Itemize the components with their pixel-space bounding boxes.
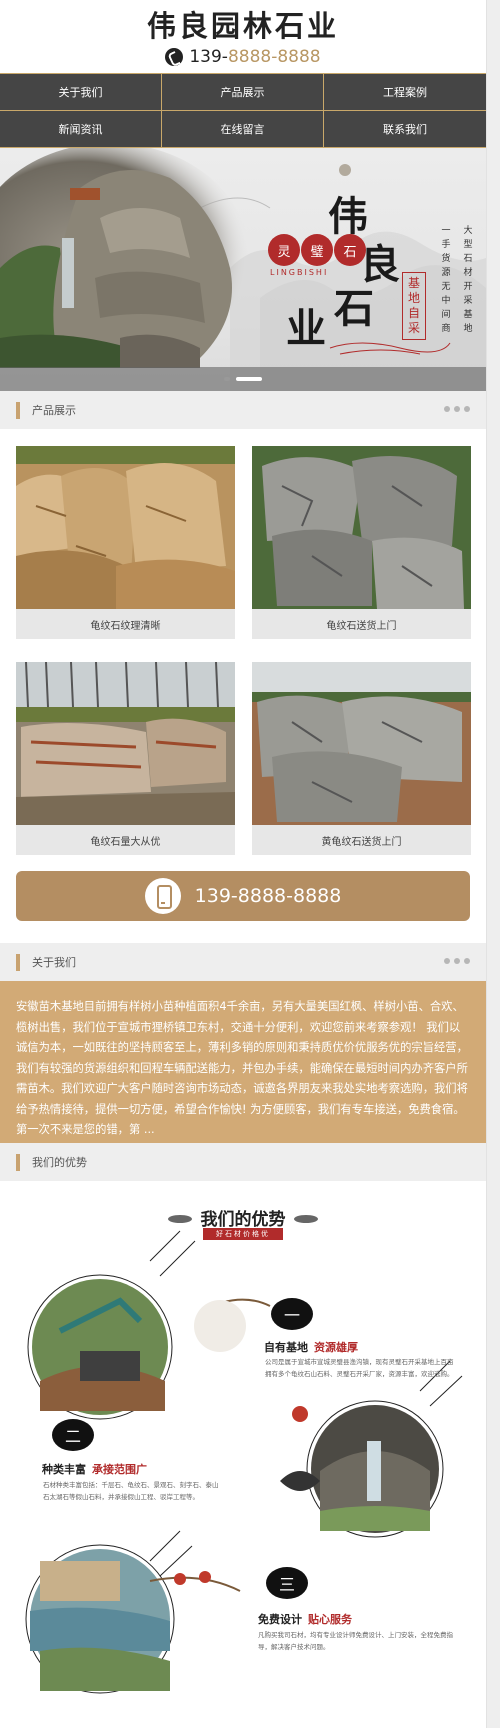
product-caption: 龟纹石量大从优: [16, 825, 235, 855]
advantages-graphic: 我们的优势 好石材价格优 一 自有基地 资源雄厚 公司是属于宣城市宣城灵璧县渔沟…: [0, 1181, 486, 1700]
phone-icon: [165, 48, 184, 66]
seal-char-1: 灵: [268, 234, 300, 266]
product-card[interactable]: 龟纹石送货上门: [252, 446, 471, 639]
brand-char-4: 业: [286, 305, 326, 352]
rockery-waterfall-image: [0, 148, 250, 368]
product-caption: 龟纹石送货上门: [252, 609, 471, 639]
site-header: 伟良园林石业 139- 8888-8888: [0, 0, 486, 73]
carousel-indicator-bar: [0, 367, 486, 391]
mobile-phone-icon: [144, 878, 181, 914]
header-phone[interactable]: 139- 8888-8888: [0, 46, 486, 68]
advantage-title-text: 免费设计: [258, 1613, 302, 1626]
nav-item-cases[interactable]: 工程案例: [324, 74, 486, 111]
product-image: [252, 662, 471, 825]
nav-item-about[interactable]: 关于我们: [0, 74, 162, 111]
advantage-highlight: 资源雄厚: [314, 1341, 358, 1354]
nav-item-products[interactable]: 产品展示: [162, 74, 324, 111]
advantage-desc-2: 石材种类丰富包括：千层石、龟纹石、景观石、刻字石、泰山石太湖石等假山石料，并承接…: [43, 1481, 219, 1501]
section-accent-bar: [16, 401, 20, 419]
call-phone-number: 139-8888-8888: [194, 885, 342, 907]
brand-char-3: 石: [334, 285, 374, 332]
page-scrollbar[interactable]: [486, 0, 500, 1728]
advantage-desc-1: 公司是属于宣城市宣城灵璧县渔沟镇，现有灵璧石开采基地上百亩拥有多个龟纹石山石料、…: [265, 1358, 454, 1378]
product-card[interactable]: 龟纹石量大从优: [16, 662, 235, 855]
seal-char-2: 璧: [301, 234, 333, 266]
product-image: [16, 662, 235, 825]
section-accent-bar: [16, 1153, 20, 1171]
advantage-number-2: 二: [52, 1419, 94, 1451]
carousel-dot-active[interactable]: [236, 377, 262, 381]
about-text[interactable]: 安徽苗木基地目前拥有样树小苗种植面积4千余亩，另有大量美国红枫、样树小苗、合欢、…: [0, 981, 486, 1143]
seal-char-3: 石: [334, 234, 366, 266]
about-section-header: 关于我们: [0, 943, 486, 981]
banner-red-box: 基地自采: [402, 272, 426, 340]
advantages-section-title: 我们的优势: [32, 1156, 87, 1169]
advantage-highlight: 承接范围广: [92, 1463, 147, 1476]
advantages-section-header: 我们的优势: [0, 1143, 486, 1181]
advantage-title-text: 自有基地: [264, 1341, 308, 1354]
product-caption: 黄龟纹石送货上门: [252, 825, 471, 855]
product-grid: 龟纹石纹理清晰 龟纹石送货上门 龟纹石量大从优 黄龟纹石送货上门: [0, 429, 486, 871]
advantage-number-1: 一: [271, 1298, 313, 1330]
section-accent-bar: [16, 953, 20, 971]
product-card[interactable]: 龟纹石纹理清晰: [16, 446, 235, 639]
call-now-button[interactable]: 139-8888-8888: [16, 871, 470, 921]
banner-vertical-line-1: 大型石材开采基地: [463, 226, 473, 334]
product-card[interactable]: 黄龟纹石送货上门: [252, 662, 471, 855]
nav-item-message[interactable]: 在线留言: [162, 110, 324, 147]
hero-banner[interactable]: 伟 良 石 业 灵 璧 石 LINGBISHI 基地自采 大型石材开采基地 一手…: [0, 148, 486, 391]
more-dots-icon[interactable]: [440, 406, 470, 412]
phone-suffix: 8888-8888: [227, 47, 321, 67]
mobile-page: 伟良园林石业 139- 8888-8888 关于我们 产品展示 工程案例 新闻资…: [0, 0, 486, 1728]
products-section-title: 产品展示: [32, 404, 76, 417]
product-caption: 龟纹石纹理清晰: [16, 609, 235, 639]
product-image: [252, 446, 471, 609]
banner-vertical-line-2: 一手货源无中间商: [441, 226, 451, 334]
nav-item-news[interactable]: 新闻资讯: [0, 110, 162, 147]
banner-pinyin: LINGBISHI: [270, 268, 329, 277]
advantage-title-3: 免费设计 贴心服务: [258, 1611, 352, 1627]
nav-item-contact[interactable]: 联系我们: [324, 111, 486, 148]
phone-prefix: 139-: [189, 47, 228, 67]
advantage-highlight: 贴心服务: [308, 1613, 352, 1626]
advantage-title-text: 种类丰富: [42, 1463, 86, 1476]
advantage-title-2: 种类丰富 承接范围广: [42, 1461, 147, 1477]
advantage-number-3: 三: [266, 1567, 308, 1599]
advantage-title-1: 自有基地 资源雄厚: [264, 1339, 358, 1355]
site-title[interactable]: 伟良园林石业: [0, 0, 486, 43]
carousel-dot[interactable]: [224, 377, 230, 381]
product-image: [16, 446, 235, 609]
more-dots-icon[interactable]: [440, 958, 470, 964]
products-section-header: 产品展示: [0, 391, 486, 429]
main-nav: 关于我们 产品展示 工程案例 新闻资讯 在线留言 联系我们: [0, 73, 486, 148]
about-section-title: 关于我们: [32, 956, 76, 969]
advantage-desc-3: 凡购买我司石材，均有专业设计师免费设计、上门安装，全程免费指导，解决客户技术问题…: [258, 1631, 453, 1651]
